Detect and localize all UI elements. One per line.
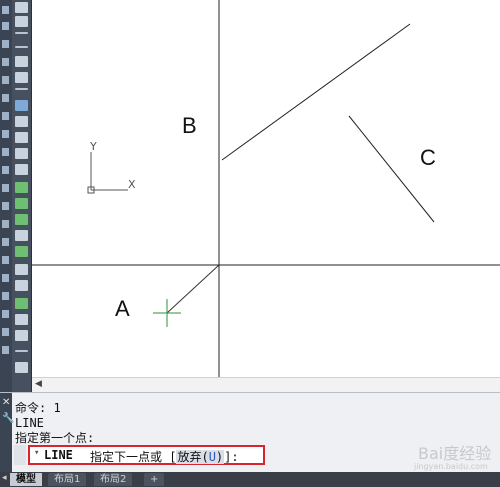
close-icon[interactable]: ✕ (2, 397, 10, 408)
move-icon[interactable] (15, 182, 28, 193)
toolbar-mini-icon[interactable] (2, 238, 9, 246)
ucs-y-label: Y (90, 140, 97, 153)
history-line: 命令: 1 (15, 401, 61, 415)
watermark-text: Bai度经验 (418, 444, 492, 463)
toolbar-mini-icon[interactable] (2, 328, 9, 336)
command-history: 命令: 1 LINE 指定第一个点: (15, 401, 94, 446)
break-icon[interactable] (15, 350, 28, 352)
crosshair-cursor-icon (153, 299, 181, 327)
undo-option-close: ) (215, 450, 224, 464)
rectangle-icon[interactable] (15, 88, 28, 90)
mirror-icon[interactable] (15, 246, 28, 257)
circle-icon[interactable] (15, 116, 28, 127)
toolbar-mini-icon[interactable] (2, 6, 9, 14)
add-layout-button[interactable]: + (144, 473, 165, 486)
explode-icon[interactable] (15, 362, 28, 373)
tab-nav-icon[interactable]: ◂ (2, 473, 7, 483)
arc-icon[interactable] (15, 100, 28, 111)
toolbar-mini-icon[interactable] (2, 94, 9, 102)
scale-icon[interactable] (15, 264, 28, 275)
label-c: C (420, 145, 436, 170)
draw-modify-toolbar (12, 0, 32, 392)
command-prompt: 指定下一点或 [放弃(U)]: (90, 448, 239, 465)
toolbar-mini-icon[interactable] (2, 40, 9, 48)
chamfer-icon[interactable] (15, 330, 28, 341)
toolbar-mini-icon[interactable] (2, 202, 9, 210)
ucs-icon (87, 152, 128, 194)
revcloud-icon[interactable] (15, 132, 28, 143)
toolbar-mini-icon[interactable] (2, 112, 9, 120)
command-input[interactable]: ▾ LINE 指定下一点或 [放弃(U)]: (28, 445, 265, 465)
tab-layout1[interactable]: 布局1 (48, 473, 87, 486)
toolbar-mini-icon[interactable] (2, 274, 9, 282)
toolbar-mini-icon[interactable] (2, 148, 9, 156)
horizontal-scrollbar[interactable]: ◀ (32, 377, 500, 392)
undo-option[interactable]: 放弃(U) (176, 450, 225, 464)
tab-model[interactable]: 模型 (10, 473, 42, 486)
construction-line-icon[interactable] (15, 46, 28, 48)
command-dropdown-icon[interactable]: ▾ (34, 448, 39, 458)
rotate-icon[interactable] (15, 230, 28, 241)
command-panel-side: ✕ 🔧 (0, 393, 14, 473)
toolbar-mini-icon[interactable] (2, 130, 9, 138)
polygon-icon[interactable] (15, 72, 28, 83)
redo-icon[interactable] (15, 2, 28, 13)
undo-option-key: U (208, 450, 216, 464)
undo-option-label: 放弃( (177, 450, 209, 464)
extend-icon[interactable] (15, 298, 28, 309)
watermark-url: jingyan.baidu.com (414, 462, 488, 471)
trim-icon[interactable] (15, 280, 28, 291)
tab-layout2[interactable]: 布局2 (94, 473, 133, 486)
command-input-grip (14, 445, 26, 465)
3d-view-icon[interactable] (15, 16, 28, 27)
command-name: LINE (44, 448, 73, 462)
toolbar-mini-icon[interactable] (2, 58, 9, 66)
layout-tab-bar: ◂ 模型 布局1 布局2 + (0, 472, 500, 487)
polyline-icon[interactable] (15, 56, 28, 67)
wrench-icon[interactable]: 🔧 (2, 413, 14, 424)
toolbar-mini-icon[interactable] (2, 184, 9, 192)
prompt-end: ]: (224, 450, 239, 464)
text-icon[interactable] (15, 164, 28, 175)
toolbar-mini-icon[interactable] (2, 346, 9, 354)
scroll-left-icon[interactable]: ◀ (35, 379, 42, 389)
drawing-canvas[interactable]: B C A Y X (32, 0, 500, 377)
label-a: A (115, 296, 130, 321)
toolbar-mini-icon[interactable] (2, 76, 9, 84)
line-b (221, 23, 411, 161)
history-line: LINE (15, 416, 44, 430)
copy-icon[interactable] (15, 198, 28, 209)
toolbar-mini-icon[interactable] (2, 256, 9, 264)
label-b: B (182, 113, 197, 138)
prompt-text: 指定下一点或 [ (90, 450, 177, 464)
line-tool-icon[interactable] (15, 32, 28, 34)
toolbar-mini-icon[interactable] (2, 22, 9, 30)
toolbar-mini-icon[interactable] (2, 310, 9, 318)
toolbar-mini-icon[interactable] (2, 292, 9, 300)
baidu-watermark: Bai度经验 jingyan.baidu.com (400, 438, 492, 474)
ucs-x-label: X (128, 178, 136, 191)
fillet-icon[interactable] (15, 314, 28, 325)
stretch-icon[interactable] (15, 214, 28, 225)
toolbar-mini-icon[interactable] (2, 166, 9, 174)
left-mini-toolbar (0, 0, 12, 392)
toolbar-mini-icon[interactable] (2, 220, 9, 228)
rubber-band-line (166, 264, 220, 314)
canvas-drawing (32, 0, 500, 377)
spline-icon[interactable] (15, 148, 28, 159)
history-line: 指定第一个点: (15, 431, 95, 445)
